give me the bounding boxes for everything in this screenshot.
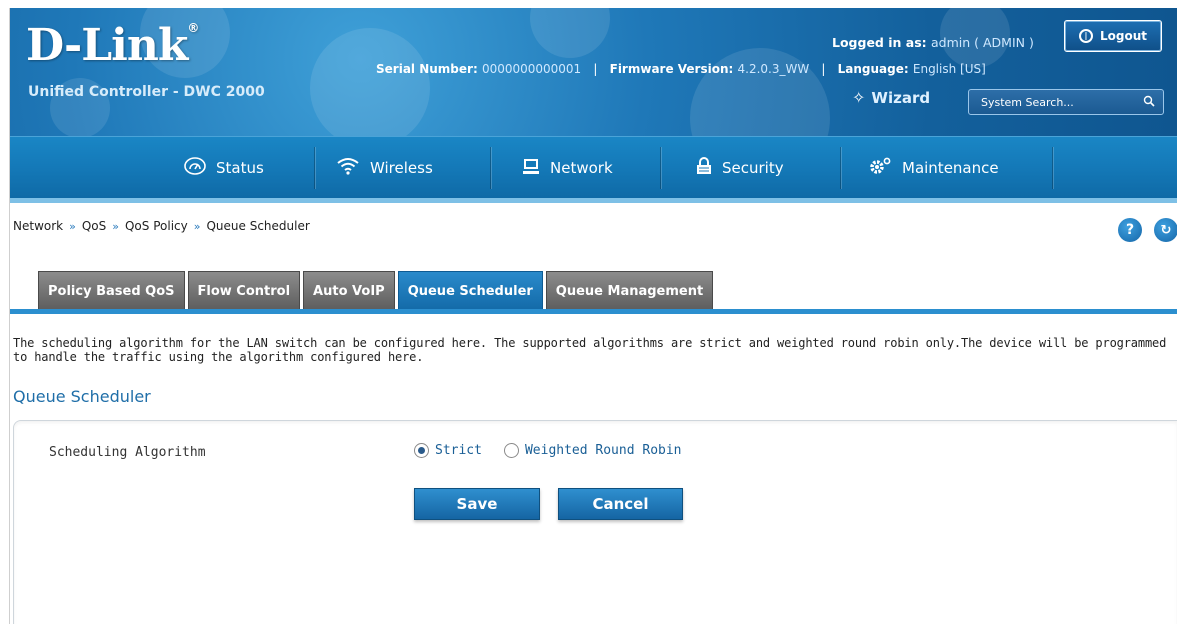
- breadcrumb-item[interactable]: Network: [13, 219, 63, 233]
- breadcrumb: Network » QoS » QoS Policy » Queue Scheduler: [13, 219, 310, 233]
- nav-divider: [660, 147, 661, 189]
- firmware-label: Firmware Version:: [609, 62, 734, 76]
- nav-divider: [1052, 147, 1053, 189]
- wizard-link[interactable]: ✧ Wizard: [852, 88, 930, 107]
- lock-icon: [696, 157, 712, 179]
- info-separator: |: [821, 62, 826, 76]
- system-search-input[interactable]: System Search...: [968, 89, 1164, 115]
- logout-button[interactable]: | Logout: [1064, 20, 1162, 52]
- nav-network[interactable]: Network: [522, 137, 613, 199]
- tab-auto-voip[interactable]: Auto VoIP: [303, 271, 395, 310]
- tab-flow-control[interactable]: Flow Control: [187, 271, 301, 310]
- decor-bubble: [310, 28, 430, 136]
- breadcrumb-separator: »: [112, 220, 119, 233]
- logged-in-info: Logged in as: admin ( ADMIN ): [832, 35, 1034, 50]
- help-icon[interactable]: ?: [1118, 218, 1142, 242]
- tab-queue-management[interactable]: Queue Management: [545, 271, 714, 310]
- nav-underline: [10, 198, 1177, 203]
- logged-in-label: Logged in as:: [832, 35, 927, 50]
- radio-selected-dot: [418, 447, 425, 454]
- serial-label: Serial Number:: [376, 62, 478, 76]
- network-icon: [522, 157, 540, 179]
- radio-weighted-round-robin[interactable]: [503, 443, 519, 458]
- logout-label: Logout: [1099, 29, 1147, 43]
- nav-security[interactable]: Security: [696, 137, 784, 199]
- search-icon[interactable]: [1143, 95, 1155, 110]
- breadcrumb-separator: »: [69, 220, 76, 233]
- logged-in-user: admin ( ADMIN ): [931, 35, 1034, 50]
- device-info-line: Serial Number: 0000000000001 | Firmware …: [376, 62, 986, 76]
- scheduling-algorithm-radios: Strict Weighted Round Robin: [414, 443, 704, 458]
- decor-bubble: [530, 8, 610, 58]
- product-name: Unified Controller - DWC 2000: [28, 84, 265, 100]
- scheduling-algorithm-label: Scheduling Algorithm: [49, 445, 206, 460]
- status-icon: [184, 157, 206, 179]
- wizard-label: Wizard: [871, 88, 931, 107]
- gear-icon: [868, 157, 892, 179]
- save-button[interactable]: Save: [414, 488, 540, 520]
- language-value[interactable]: English [US]: [913, 62, 986, 76]
- search-placeholder: System Search...: [981, 95, 1074, 109]
- nav-maintenance[interactable]: Maintenance: [868, 137, 999, 199]
- power-icon: |: [1078, 29, 1093, 43]
- header-banner: D-Link® Unified Controller - DWC 2000 Lo…: [10, 8, 1177, 136]
- breadcrumb-item[interactable]: QoS Policy: [125, 219, 188, 233]
- wifi-icon: [336, 157, 360, 179]
- radio-weighted-round-robin-label[interactable]: Weighted Round Robin: [525, 443, 682, 458]
- nav-status[interactable]: Status: [184, 137, 264, 199]
- tab-policy-based-qos[interactable]: Policy Based QoS: [38, 271, 185, 310]
- tab-underline: [10, 309, 1177, 314]
- brand-logo: D-Link®: [26, 20, 199, 71]
- section-title: Queue Scheduler: [13, 387, 151, 406]
- page-description: The scheduling algorithm for the LAN swi…: [13, 336, 1167, 364]
- cancel-button[interactable]: Cancel: [558, 488, 683, 520]
- brand-registered-mark: ®: [187, 21, 199, 35]
- nav-divider: [840, 147, 841, 189]
- nav-wireless-label: Wireless: [370, 159, 433, 177]
- radio-strict[interactable]: [414, 443, 429, 458]
- nav-divider: [314, 147, 315, 189]
- tab-queue-scheduler[interactable]: Queue Scheduler: [397, 271, 543, 310]
- breadcrumb-current: Queue Scheduler: [206, 219, 310, 233]
- nav-maintenance-label: Maintenance: [902, 159, 999, 177]
- breadcrumb-separator: »: [193, 220, 201, 233]
- refresh-icon[interactable]: ↻: [1154, 218, 1177, 242]
- page-left-border: [0, 8, 10, 624]
- language-label: Language:: [837, 62, 909, 76]
- info-separator: |: [593, 62, 598, 76]
- nav-status-label: Status: [216, 159, 264, 177]
- nav-security-label: Security: [722, 159, 784, 177]
- nav-network-label: Network: [550, 159, 613, 177]
- radio-strict-label[interactable]: Strict: [435, 443, 482, 458]
- nav-wireless[interactable]: Wireless: [336, 137, 433, 199]
- brand-name: D-Link: [26, 20, 188, 71]
- breadcrumb-item[interactable]: QoS: [82, 219, 106, 233]
- tab-bar: Policy Based QoS Flow Control Auto VoIP …: [38, 271, 714, 310]
- firmware-value: 4.2.0.3_WW: [737, 62, 810, 76]
- wizard-sparkle-icon: ✧: [852, 88, 866, 107]
- serial-value: 0000000000001: [481, 62, 582, 76]
- main-nav: Status Wireless Network Security Mainten…: [10, 136, 1177, 198]
- nav-divider: [490, 147, 491, 189]
